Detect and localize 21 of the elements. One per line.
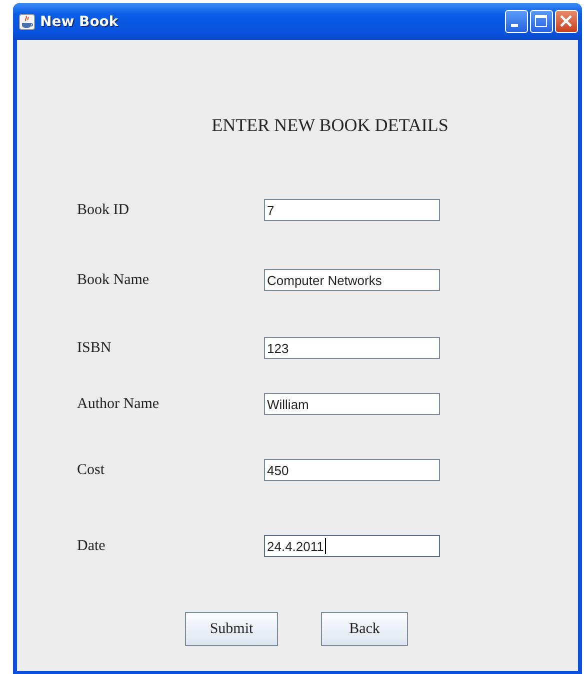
- minimize-icon: [511, 24, 518, 27]
- coffee-cup-icon: [19, 14, 35, 30]
- window-title: New Book: [40, 14, 120, 30]
- input-field[interactable]: 123: [264, 337, 440, 359]
- submit-button[interactable]: Submit: [185, 612, 278, 646]
- input-field[interactable]: 7: [264, 199, 440, 221]
- input-field[interactable]: 24.4.2011: [264, 535, 440, 557]
- field-label: Book Name: [77, 272, 150, 288]
- input-field[interactable]: 450: [264, 459, 440, 481]
- field-label: Book ID: [77, 202, 130, 218]
- maximize-button[interactable]: [530, 10, 553, 33]
- back-button[interactable]: Back: [321, 612, 408, 646]
- form-heading: ENTER NEW BOOK DETAILS: [212, 115, 448, 135]
- minimize-button[interactable]: [505, 10, 528, 33]
- field-label: Author Name: [77, 396, 160, 412]
- field-label: Date: [77, 538, 106, 554]
- field-label: ISBN: [77, 340, 112, 356]
- input-field[interactable]: Computer Networks: [264, 269, 440, 291]
- close-button[interactable]: [555, 10, 578, 33]
- input-field[interactable]: William: [264, 393, 440, 415]
- field-label: Cost: [77, 462, 105, 478]
